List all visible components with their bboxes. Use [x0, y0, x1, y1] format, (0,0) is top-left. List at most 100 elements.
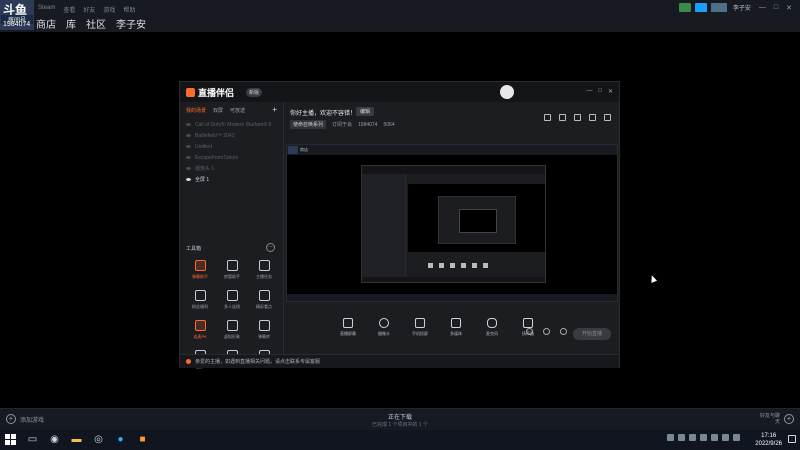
friends-chat-button[interactable]: 好友与聊天 + [758, 413, 794, 425]
notice-text[interactable]: 亲爱的主播，如遇到直播相关问题，请点击联系专属客服 [195, 358, 320, 365]
control-screen[interactable]: 直播屏幕 [334, 318, 362, 337]
tool-pk[interactable]: 连麦PK [184, 320, 216, 340]
menu-games[interactable]: 游戏 [103, 5, 115, 14]
network-icon[interactable] [722, 434, 729, 441]
eye-icon[interactable] [186, 156, 191, 159]
preview-logo [288, 146, 298, 154]
eye-icon[interactable] [186, 134, 191, 137]
eye-preview-icon[interactable] [543, 328, 550, 335]
plus-icon: + [6, 414, 16, 424]
chrome-icon[interactable]: ◎ [92, 433, 105, 446]
tray-icon[interactable] [700, 434, 707, 441]
nav-store[interactable]: 商店 [36, 16, 56, 31]
menu-view[interactable]: 查看 [63, 5, 75, 14]
maximize-icon[interactable]: □ [774, 4, 778, 11]
nav-community[interactable]: 社区 [86, 16, 106, 31]
notification-center-icon[interactable] [788, 435, 796, 443]
lock-icon[interactable] [559, 114, 566, 121]
task-view-icon[interactable]: ▭ [26, 433, 39, 446]
tray-icon[interactable] [689, 434, 696, 441]
eye-icon[interactable] [186, 123, 191, 126]
eye-icon[interactable] [186, 178, 191, 181]
notification-icon[interactable] [694, 3, 707, 12]
tool-moderator[interactable]: 房管助手 [216, 260, 248, 280]
tray-icon[interactable] [667, 434, 674, 441]
file-explorer-icon[interactable]: ▬ [70, 433, 83, 446]
fans-label: 订阅于会 [332, 122, 353, 128]
scene-item[interactable]: Untitled [186, 141, 278, 152]
control-microphone[interactable]: 麦克风 [478, 318, 506, 337]
downloads-status[interactable]: 正在下载 已完成 1 个项目中的 1 个 [370, 412, 430, 428]
tool-highlights[interactable]: 精彩看点 [248, 290, 280, 310]
add-scene-button[interactable]: + [272, 105, 277, 114]
close-icon[interactable]: ✕ [786, 4, 792, 12]
version-badge[interactable]: 新版 [246, 88, 263, 97]
windows-taskbar: ▭ ◉ ▬ ◎ ● ■ 17:16 2022/9/26 [0, 430, 800, 450]
control-phone[interactable]: 手机投屏 [406, 318, 434, 337]
menu-help[interactable]: 帮助 [123, 5, 135, 14]
camera-icon [379, 318, 389, 328]
app-maximize-icon[interactable]: □ [598, 88, 602, 95]
tool-danmaku-library[interactable]: 弹幕库 [248, 320, 280, 340]
avatar[interactable] [710, 3, 727, 12]
nav-library[interactable]: 库 [66, 16, 76, 31]
screenshot-icon[interactable] [574, 114, 581, 121]
scene-item[interactable]: Call of Duty®: Modern Warfare® II [186, 119, 278, 130]
share-icon[interactable] [604, 114, 611, 121]
minimize-icon[interactable]: — [759, 4, 766, 11]
windows-start-icon[interactable] [4, 433, 17, 446]
tray-icon[interactable] [678, 434, 685, 441]
tool-danmaku[interactable]: 弹幕助手 [184, 260, 216, 280]
scene-tabs: 我的场景 双屏 可放送 [186, 107, 245, 114]
clock[interactable]: 17:16 2022/9/26 [755, 432, 782, 448]
scene-item[interactable]: EscapeFromTarkov [186, 152, 278, 163]
app-icon[interactable]: ● [114, 433, 127, 446]
tool-tasks[interactable]: 主播任务 [248, 260, 280, 280]
nav-profile[interactable]: 李子安 [116, 16, 146, 31]
category-badge[interactable]: 使命召唤系列 [290, 120, 327, 129]
control-media[interactable]: 多媒体 [442, 318, 470, 337]
user-name[interactable]: 李子安 [733, 3, 751, 12]
toolbox-header: 工具箱 [186, 246, 202, 252]
tab-broadcastable[interactable]: 可放送 [230, 107, 245, 114]
douyu-app-icon[interactable]: ■ [136, 433, 149, 446]
nested-status-bar [362, 277, 545, 282]
gear-icon[interactable] [560, 328, 567, 335]
control-camera[interactable]: 摄像头 [370, 318, 398, 337]
volume-icon[interactable] [733, 434, 740, 441]
menu-steam[interactable]: Steam [38, 5, 55, 14]
bell-icon[interactable] [589, 114, 596, 121]
steam-icon[interactable]: ◉ [48, 433, 61, 446]
desktop-screen: 斗鱼 房间号 1984074 Steam 查看 好友 游戏 帮助 商店 库 社区… [0, 0, 800, 450]
layout-icon[interactable] [544, 114, 551, 121]
app-minimize-icon[interactable]: — [586, 88, 592, 95]
scene-item[interactable]: 摄像头 1 [186, 163, 278, 174]
scene-item[interactable]: Battlefield™ 2042 [186, 130, 278, 141]
tray-icon[interactable] [711, 434, 718, 441]
eye-icon[interactable] [186, 167, 191, 170]
tool-avatar[interactable]: 虚拟形象 [216, 320, 248, 340]
edit-title-button[interactable]: 编辑 [356, 107, 375, 116]
menu-friends[interactable]: 好友 [83, 5, 95, 14]
tool-fan-rewards[interactable]: 粉丝福利 [184, 290, 216, 310]
broadcast-icon[interactable] [678, 3, 691, 12]
toolbox-more-button[interactable]: ⋯ [266, 243, 275, 252]
tab-dual-screen[interactable]: 双屏 [213, 107, 223, 114]
add-game-button[interactable]: + 添加游戏 [6, 414, 44, 424]
scene-name: 摄像头 1 [195, 166, 215, 172]
streamer-avatar[interactable] [500, 85, 514, 99]
record-icon[interactable] [526, 328, 533, 335]
tab-my-scenes[interactable]: 我的场景 [186, 107, 206, 114]
tool-multi-link[interactable]: 多人连线 [216, 290, 248, 310]
app-brand: 直播伴侣 [198, 88, 235, 98]
user-icon [226, 260, 238, 271]
stream-preview[interactable]: 商店 [286, 144, 618, 302]
library-icon [258, 320, 270, 331]
app-close-icon[interactable]: ✕ [608, 88, 613, 95]
nested-preview [408, 184, 545, 252]
eye-icon[interactable] [186, 145, 191, 148]
friends-label: 好友与聊天 [759, 413, 780, 425]
scene-item[interactable]: 全屏 1 [186, 174, 278, 185]
start-live-button[interactable]: 开始直播 [573, 328, 611, 340]
highlight-icon [258, 290, 270, 301]
